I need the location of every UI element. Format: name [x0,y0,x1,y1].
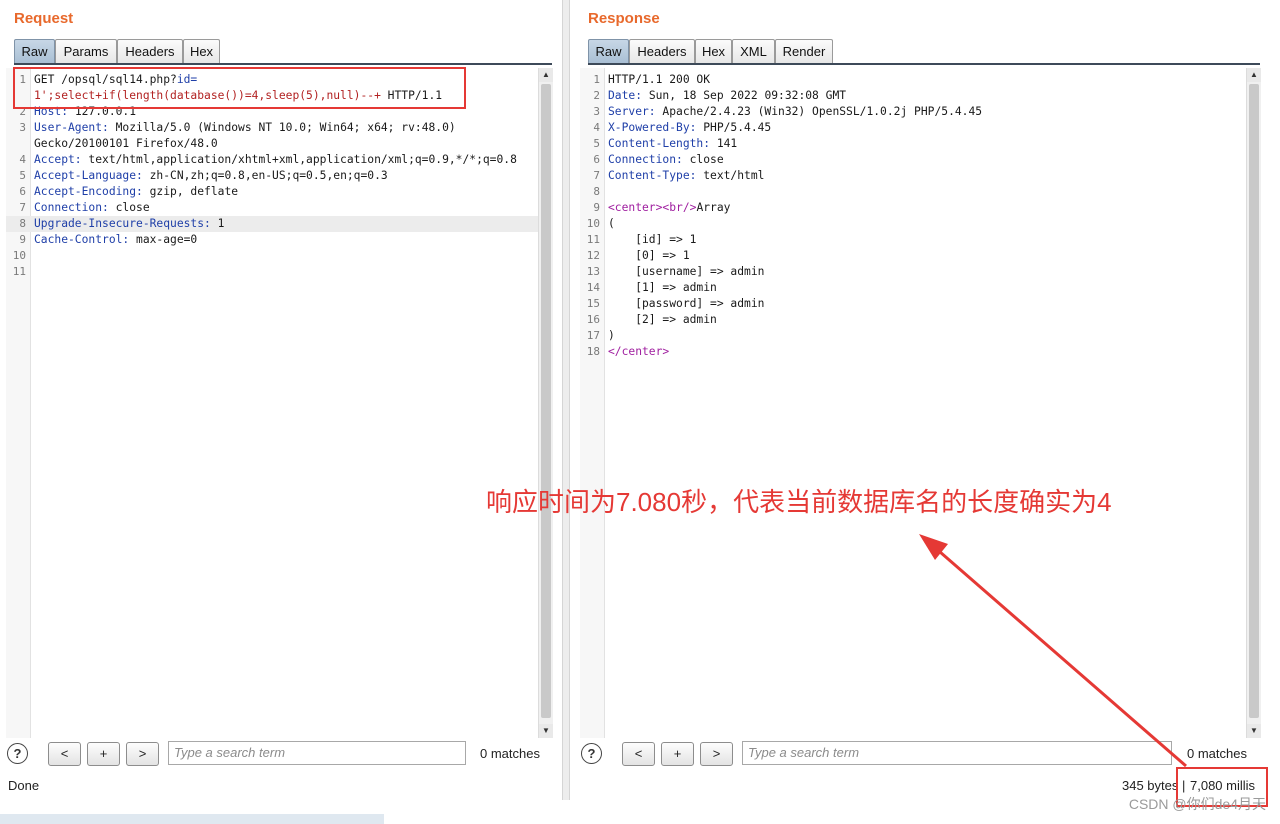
arrow-shaft [931,543,1187,768]
annotation-arrow [919,534,1187,768]
bottom-strip [0,814,384,824]
watermark: CSDN @你们de4月天 [1128,796,1266,812]
